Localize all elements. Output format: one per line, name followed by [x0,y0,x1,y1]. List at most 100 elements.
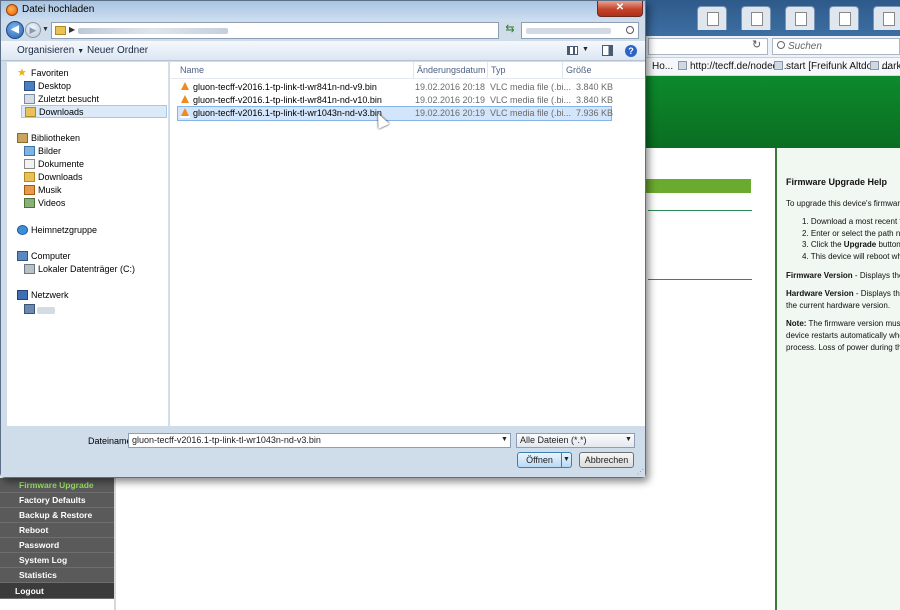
desktop-icon [24,81,35,91]
resize-grip-icon[interactable]: ⋰ [637,468,644,476]
reload-icon[interactable]: ↻ [752,38,761,51]
network-icon [17,290,28,300]
menu-item-reboot[interactable]: Reboot [0,523,114,538]
nav-homegroup[interactable]: Heimnetzgruppe [17,224,97,237]
folder-icon [55,26,66,35]
history-dropdown-icon[interactable]: ▼ [42,26,49,33]
refresh-icon[interactable]: ⇆ [503,22,517,38]
menu-item-factory-defaults[interactable]: Factory Defaults [0,493,114,508]
column-divider[interactable] [487,62,488,78]
nav-libraries[interactable]: Bibliotheken [17,132,80,145]
column-header-size[interactable]: Größe [566,65,592,75]
star-icon: ★ [17,67,27,79]
nav-documents[interactable]: Dokumente [24,158,84,171]
address-row: ◀ ▶ ▼ ▶ ▼ ⇆ [1,19,645,41]
router-menu: Firmware Upgrade Factory Defaults Backup… [0,478,114,599]
forward-arrow-icon[interactable]: ▶ [25,22,41,38]
help-step: 3. Click the Upgrade button. [802,240,900,250]
back-arrow-icon[interactable]: ◀ [6,21,24,39]
dialog-titlebar[interactable]: Datei hochladen ✕ [1,1,645,19]
help-title: Firmware Upgrade Help [786,177,888,187]
preview-pane-icon[interactable] [602,45,613,56]
nav-videos[interactable]: Videos [24,197,65,210]
cancel-button[interactable]: Abbrechen [579,452,634,468]
nav-network[interactable]: Netzwerk [17,289,69,302]
browser-tab[interactable] [785,6,815,30]
nav-lib-downloads[interactable]: Downloads [24,171,83,184]
menu-item-statistics[interactable]: Statistics [0,568,114,583]
browser-tab[interactable] [741,6,771,30]
divider [648,279,752,280]
help-note: Note: The firmware version must [786,319,900,329]
file-upload-dialog: Datei hochladen ✕ ◀ ▶ ▼ ▶ ▼ ⇆ Organisier… [0,0,646,478]
pictures-icon [24,146,35,156]
homegroup-icon [17,225,28,235]
page-icon [678,61,687,70]
help-panel: Firmware Upgrade Help To upgrade this de… [775,148,900,610]
column-header-date[interactable]: Änderungsdatum [417,65,486,75]
videos-icon [24,198,35,208]
chevron-down-icon[interactable]: ▼ [582,46,589,53]
bookmark-item[interactable]: http://tecff.de/noded... [678,61,787,72]
nav-pictures[interactable]: Bilder [24,145,61,158]
blurred-path [78,28,228,34]
chevron-down-icon[interactable]: ▼ [501,436,508,443]
browser-url-field[interactable] [648,38,768,55]
nav-network-pc[interactable] [24,303,38,316]
bookmark-item[interactable]: Ho... [652,61,673,72]
view-options-icon[interactable] [567,46,578,55]
help-text: device restarts automatically whe [786,330,900,340]
address-bar[interactable]: ▶ ▼ [51,22,548,39]
browser-tab[interactable] [829,6,859,30]
blurred-computer-name [37,307,55,314]
column-header-type[interactable]: Typ [491,65,506,75]
open-button[interactable]: Öffnen [517,452,562,468]
new-folder-button[interactable]: Neuer Ordner [87,45,148,56]
help-step: 1. Download a most recent fi [802,217,900,227]
dialog-title: Datei hochladen [22,4,95,15]
divider [170,78,645,79]
browser-search-field[interactable]: Suchen [772,38,900,55]
network-computer-icon [24,304,35,314]
search-input[interactable] [521,22,639,39]
help-icon[interactable]: ? [625,45,637,57]
menu-item-password[interactable]: Password [0,538,114,553]
file-row[interactable]: gluon-tecff-v2016.1-tp-link-tl-wr841n-nd… [178,81,613,94]
file-type-select[interactable]: Alle Dateien (*.*) ▼ [516,433,635,448]
browser-tab[interactable] [697,6,727,30]
recent-places-icon [24,94,35,104]
downloads-folder-icon [24,172,35,182]
menu-item-firmware-upgrade[interactable]: Firmware Upgrade [0,478,114,493]
dialog-footer: Dateiname: gluon-tecff-v2016.1-tp-link-t… [1,427,645,477]
breadcrumb-chevron-icon[interactable]: ▶ [69,25,75,34]
help-hardware-version: Hardware Version - Displays the [786,289,900,299]
nav-favorites[interactable]: ★ Favoriten [17,67,69,80]
file-list: Name Änderungsdatum Typ Größe gluon-tecf… [170,62,645,426]
bookmark-item[interactable]: dark [870,61,900,72]
chevron-down-icon: ▼ [625,436,632,443]
column-header-name[interactable]: Name [180,65,204,75]
nav-local-disk[interactable]: Lokaler Datenträger (C:) [24,263,135,276]
menu-item-system-log[interactable]: System Log [0,553,114,568]
nav-music[interactable]: Musik [24,184,62,197]
help-firmware-version: Firmware Version - Displays the c [786,270,900,280]
chevron-down-icon: ▼ [77,48,85,55]
menu-item-logout[interactable]: Logout [0,583,114,599]
file-row-selected[interactable]: gluon-tecff-v2016.1-tp-link-tl-wr1043n-n… [177,106,613,121]
organize-button[interactable]: Organisieren ▼ [17,45,84,56]
menu-item-backup-restore[interactable]: Backup & Restore [0,508,114,523]
close-button[interactable]: ✕ [597,1,643,17]
column-divider[interactable] [413,62,414,78]
nav-desktop[interactable]: Desktop [24,80,71,93]
page-icon [870,61,879,70]
filename-input[interactable]: gluon-tecff-v2016.1-tp-link-tl-wr1043n-n… [128,433,511,448]
documents-icon [24,159,35,169]
help-step: 2. Enter or select the path na [802,228,900,238]
firefox-icon [6,4,18,16]
section-header-bar [645,179,751,193]
nav-downloads[interactable]: Downloads [21,105,167,118]
browser-tab[interactable] [873,6,900,30]
open-options-chevron-icon[interactable]: ▼ [562,452,572,468]
nav-computer[interactable]: Computer [17,250,71,263]
column-divider[interactable] [562,62,563,78]
